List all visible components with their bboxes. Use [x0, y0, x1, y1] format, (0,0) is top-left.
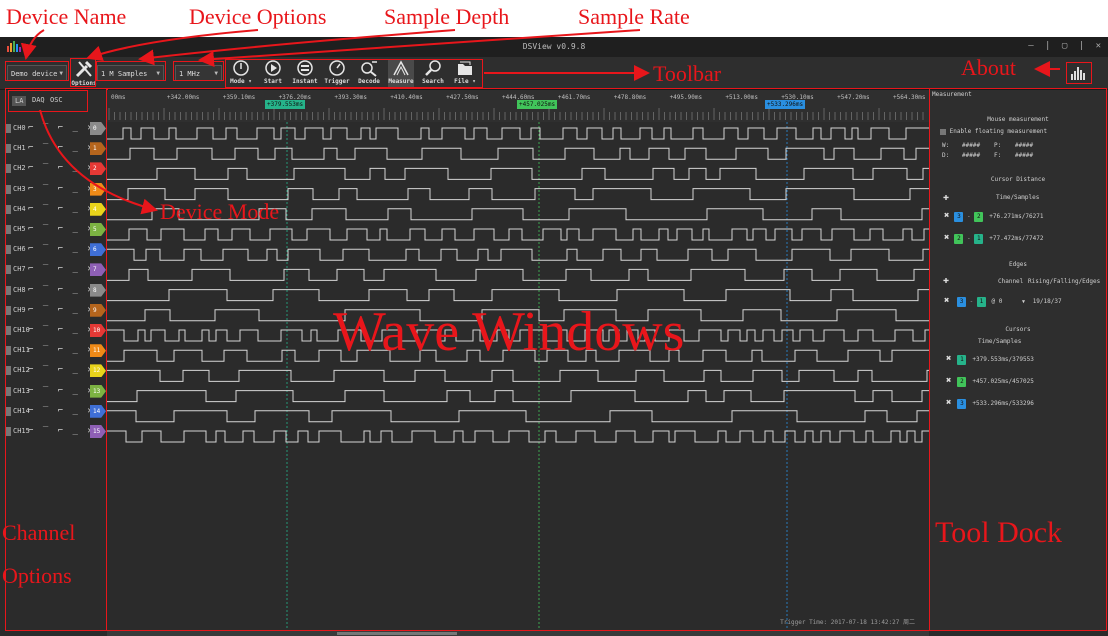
annotation-tool-dock: Tool Dock [935, 516, 1063, 549]
horizontal-scrollbar[interactable] [107, 631, 929, 636]
annotation-device-name: Device Name [6, 4, 127, 29]
toolbar: Demo device ▼ Options 1 M Samples ▼ 1 MHz ▼… [0, 57, 1108, 90]
sample-rate-highlight [173, 61, 224, 81]
scrollbar-thumb[interactable] [337, 632, 457, 635]
about-button[interactable] [1066, 62, 1092, 84]
annotation-device-options: Device Options [189, 4, 327, 29]
window-title: DSView v0.9.8 [522, 42, 586, 51]
device-mode-highlight [8, 90, 88, 112]
annotation-channel-options-1: Channel [2, 520, 76, 545]
annotation-sample-depth: Sample Depth [384, 4, 510, 29]
annotation-about: About [961, 55, 1016, 80]
device-options-highlight [70, 58, 96, 87]
window-controls[interactable]: – | ▢ | ✕ [1028, 41, 1104, 51]
status-bar: Trigger Time: 2017-07-18 13:42:27 周二 [107, 615, 929, 629]
about-logo-icon [1071, 67, 1085, 80]
sample-depth-highlight [96, 61, 166, 81]
annotation-toolbar: Toolbar [653, 61, 722, 86]
annotation-wave-windows: Wave Windows [333, 301, 685, 363]
annotation-device-mode: Device Mode [160, 199, 280, 224]
channel-options-highlight [5, 88, 108, 631]
toolbar-highlight [225, 59, 483, 88]
title-bar: DSView v0.9.8 – | ▢ | ✕ [0, 37, 1108, 57]
annotation-channel-options-2: Options [2, 563, 72, 588]
device-name-highlight [5, 61, 69, 81]
trigger-time: Trigger Time: 2017-07-18 13:42:27 周二 [780, 619, 915, 626]
annotation-sample-rate: Sample Rate [578, 4, 690, 29]
tool-dock-highlight [929, 88, 1107, 631]
